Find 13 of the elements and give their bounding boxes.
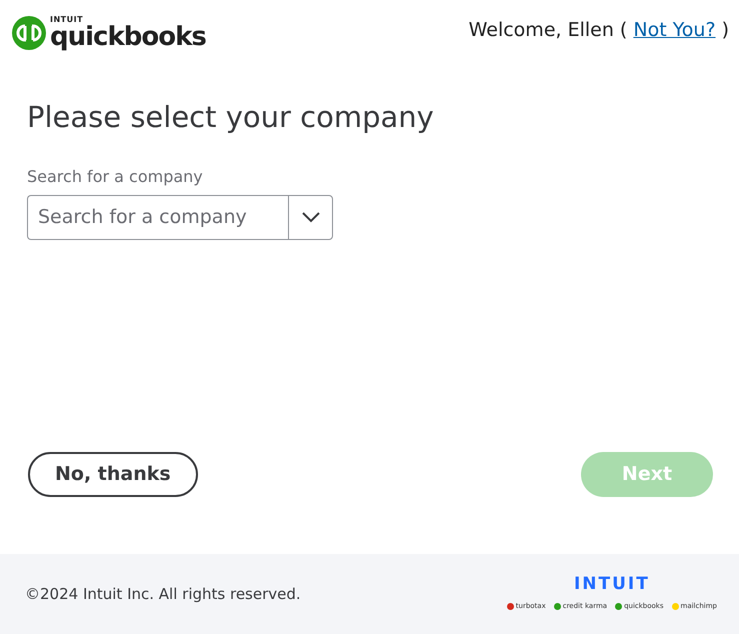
welcome-text: Welcome, Ellen ( Not You? ) [468,18,729,43]
not-you-link[interactable]: Not You? [633,19,716,41]
logo-brand: INTUIT [50,16,84,24]
footer-brand-logo: INTUIT [572,576,651,594]
field-label: Search for a company [27,166,204,188]
copyright-text: ©2024 Intuit Inc. All rights reserved. [25,584,301,605]
chevron-down-icon [302,212,320,223]
company-search-field[interactable]: Search for a company [27,194,288,240]
page-title: Please select your company [27,100,435,135]
quickbooks-logo-icon [12,16,46,50]
decline-button[interactable]: No, thanks [28,452,198,497]
logo-wordmark: quickbooks [50,24,206,50]
dropdown-button[interactable] [288,194,333,240]
